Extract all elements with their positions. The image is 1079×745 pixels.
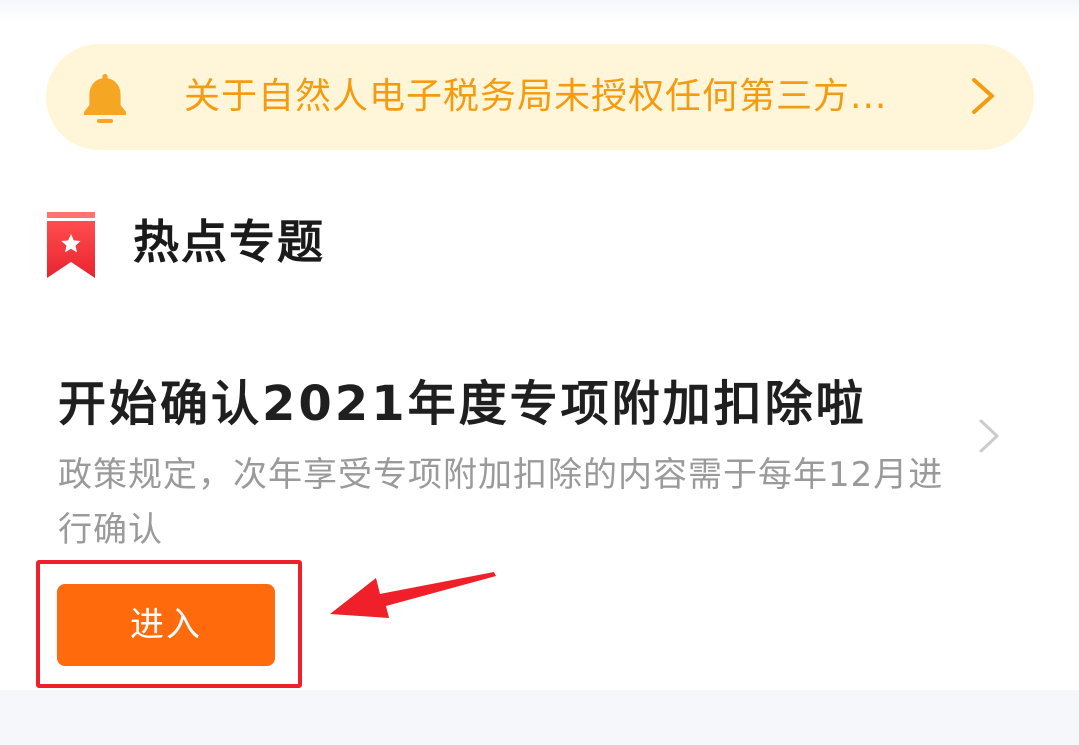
top-background-strip [0,0,1079,22]
section-title: 热点专题 [133,215,325,269]
bookmark-star-icon [47,212,95,278]
topic-description: 政策规定，次年享受专项附加扣除的内容需于每年12月进行确认 [58,455,944,550]
chevron-right-icon[interactable] [976,416,1002,456]
notice-text[interactable]: 关于自然人电子税务局未授权任何第三方... [184,72,924,122]
chevron-right-icon[interactable] [966,76,998,116]
topic-title[interactable]: 开始确认2021年度专项附加扣除啦 [58,368,968,440]
bottom-background-strip [0,690,1079,745]
enter-button[interactable]: 进入 [57,584,275,666]
bell-icon [84,74,126,123]
